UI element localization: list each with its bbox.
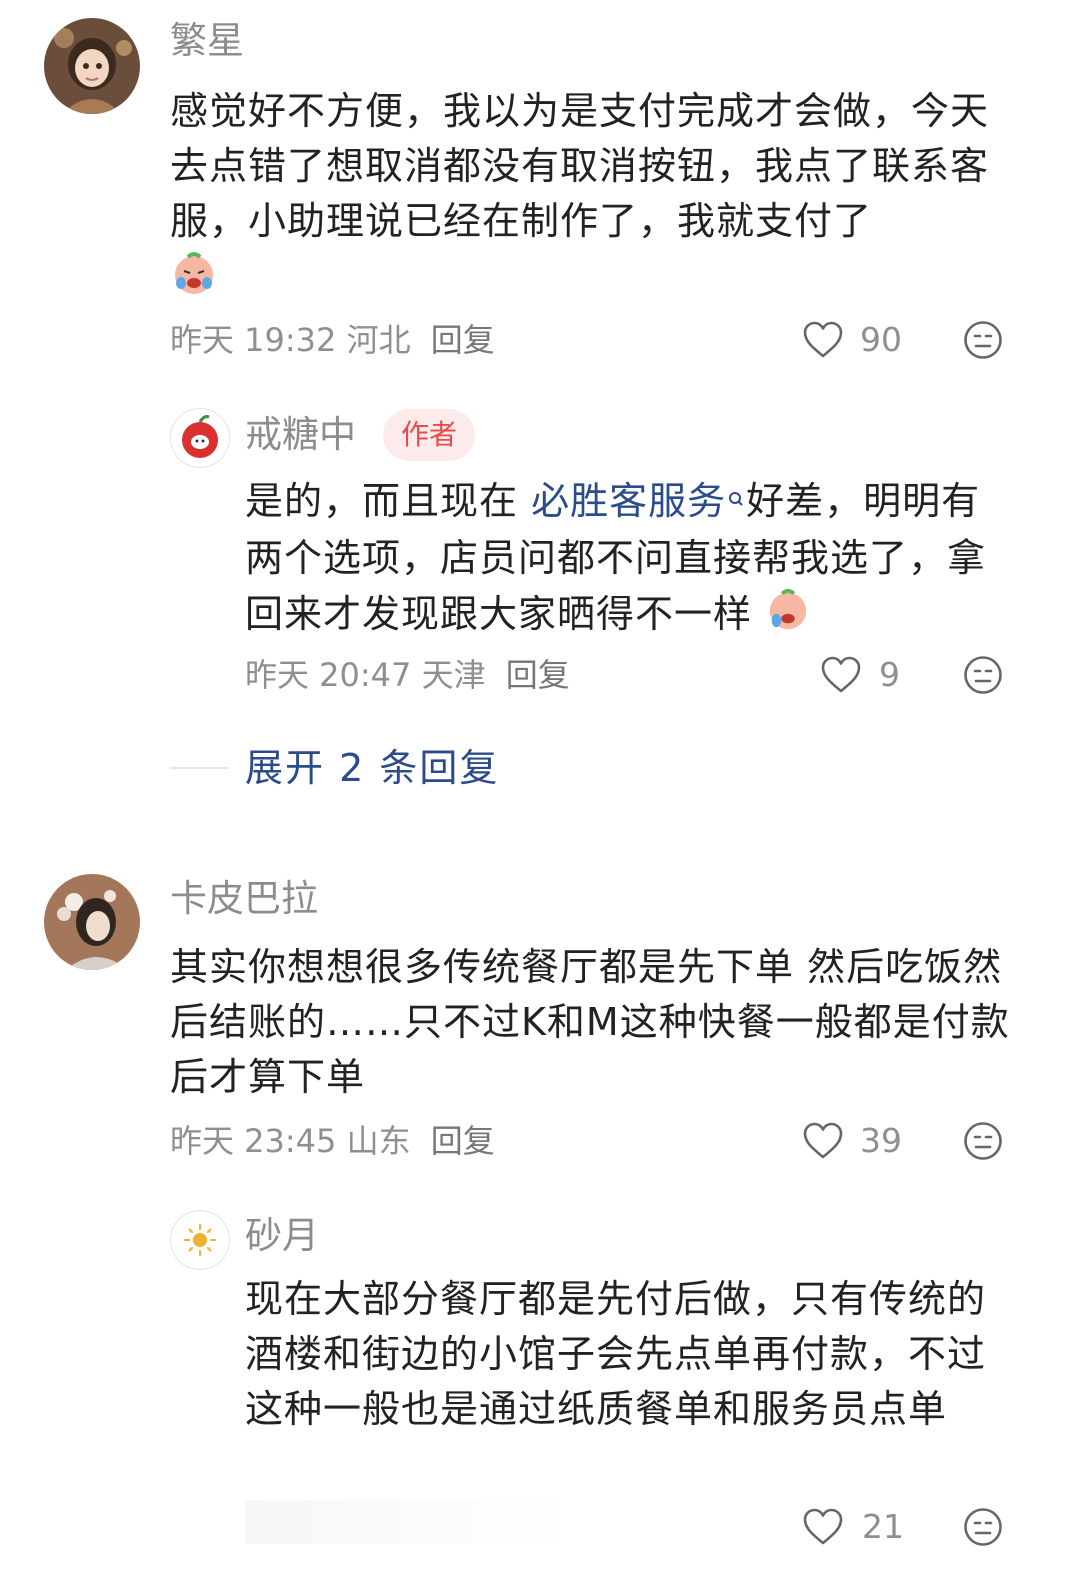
comment-location: 河北 bbox=[346, 321, 411, 359]
comment-time: 昨天 23:45 bbox=[170, 1122, 337, 1160]
crying-face-emoji bbox=[765, 586, 811, 647]
heart-icon[interactable] bbox=[802, 1121, 844, 1161]
comment-username[interactable]: 繁星 bbox=[170, 18, 244, 64]
heart-icon[interactable] bbox=[802, 320, 844, 360]
reply-username[interactable]: 戒糖中 bbox=[245, 412, 356, 458]
comment-meta: 昨天 19:32 河北 回复 bbox=[170, 320, 495, 360]
like-count: 39 bbox=[860, 1121, 902, 1160]
reply-button[interactable]: 回复 bbox=[506, 656, 570, 694]
comment-text-body: 感觉好不方便，我以为是支付完成才会做，今天去点错了想取消都没有取消按钮，我点了联… bbox=[170, 89, 990, 243]
expand-replies-button[interactable]: 展开 2 条回复 bbox=[245, 745, 499, 791]
reply-avatar[interactable] bbox=[170, 408, 230, 468]
reply-text: 现在大部分餐厅都是先付后做，只有传统的酒楼和街边的小馆子会先点单再付款，不过这种… bbox=[245, 1277, 987, 1431]
dislike-face-icon[interactable] bbox=[963, 320, 1003, 360]
reply-button[interactable]: 回复 bbox=[431, 321, 495, 359]
expand-divider bbox=[170, 767, 228, 769]
heart-icon[interactable] bbox=[820, 655, 862, 695]
reply-time: 昨天 20:47 bbox=[245, 656, 412, 694]
author-badge: 作者 bbox=[383, 409, 476, 461]
reply-button[interactable]: 回复 bbox=[431, 1122, 495, 1160]
avatar[interactable] bbox=[44, 18, 140, 114]
comment-location: 山东 bbox=[346, 1122, 411, 1160]
search-icon[interactable] bbox=[726, 476, 746, 531]
avatar[interactable] bbox=[44, 874, 140, 970]
search-link[interactable]: 必胜客服务 bbox=[531, 479, 726, 523]
dislike-face-icon[interactable] bbox=[963, 655, 1003, 695]
like-count: 9 bbox=[879, 655, 900, 694]
dislike-face-icon[interactable] bbox=[963, 1121, 1003, 1161]
reply-location: 天津 bbox=[421, 656, 486, 694]
like-count: 21 bbox=[862, 1507, 904, 1546]
loading-placeholder bbox=[245, 1500, 575, 1544]
comment-meta: 昨天 23:45 山东 回复 bbox=[170, 1121, 495, 1161]
reply-meta: 昨天 20:47 天津 回复 bbox=[245, 655, 570, 695]
reply-username[interactable]: 砂月 bbox=[245, 1213, 319, 1259]
comment-time: 昨天 19:32 bbox=[170, 321, 337, 359]
comment-text: 感觉好不方便，我以为是支付完成才会做，今天去点错了想取消都没有取消按钮，我点了联… bbox=[170, 84, 1005, 312]
reply-text-before: 是的，而且现在 bbox=[245, 479, 519, 523]
comment-username[interactable]: 卡皮巴拉 bbox=[170, 876, 318, 922]
comment-text: 其实你想想很多传统餐厅都是先下单 然后吃饭然后结账的……只不过K和M这种快餐一般… bbox=[170, 945, 1010, 1099]
like-count: 90 bbox=[860, 320, 902, 359]
reply-text: 是的，而且现在 必胜客服务 好差，明明有两个选项，店员问都不问直接帮我选了，拿回来… bbox=[245, 474, 1005, 647]
heart-icon[interactable] bbox=[802, 1507, 844, 1547]
crying-face-emoji bbox=[170, 249, 218, 312]
reply-avatar[interactable] bbox=[170, 1210, 230, 1270]
dislike-face-icon[interactable] bbox=[963, 1507, 1003, 1547]
